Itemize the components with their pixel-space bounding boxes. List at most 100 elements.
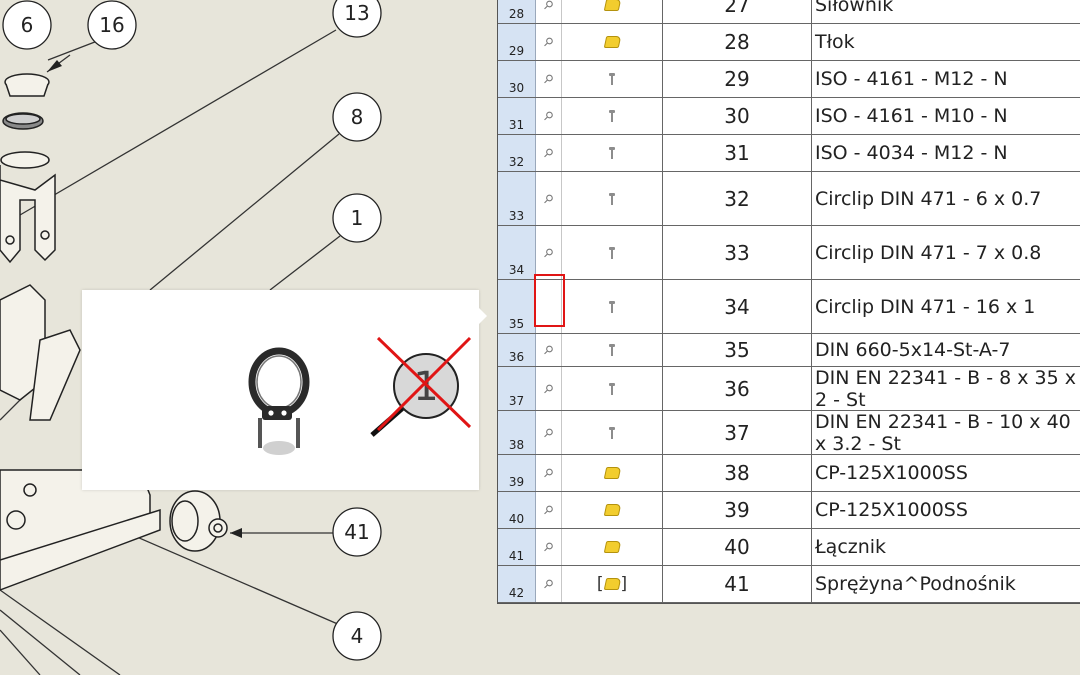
row-number[interactable]: 42 — [498, 566, 536, 602]
row-number[interactable]: 31 — [498, 98, 536, 134]
magnifier-eye-icon[interactable]: ⚲ — [540, 576, 556, 592]
row-number[interactable]: 36 — [498, 334, 536, 366]
row-number[interactable]: 30 — [498, 61, 536, 97]
magnifier-eye-icon[interactable]: ⚲ — [540, 539, 556, 555]
visibility-cell[interactable]: ⚲ — [536, 226, 562, 279]
table-row[interactable]: 41 ⚲ 40 Łącznik — [498, 529, 1080, 566]
item-number[interactable]: 37 — [663, 411, 812, 454]
visibility-cell[interactable]: ⚲ — [536, 334, 562, 366]
balloon-13[interactable]: 13 — [332, 0, 382, 38]
svg-text:6: 6 — [21, 13, 34, 37]
visibility-cell[interactable]: ⚲ — [536, 172, 562, 225]
part-number[interactable]: Siłownik — [812, 0, 1080, 23]
visibility-cell[interactable]: ⚲ — [536, 566, 562, 602]
item-number[interactable]: 29 — [663, 61, 812, 97]
magnifier-eye-icon[interactable]: ⚲ — [540, 108, 556, 124]
table-row[interactable]: 39 ⚲ 38 CP-125X1000SS — [498, 455, 1080, 492]
visibility-cell[interactable]: ⚲ — [536, 411, 562, 454]
row-number[interactable]: 32 — [498, 135, 536, 171]
svg-text:41: 41 — [344, 520, 369, 544]
table-row[interactable]: 38 ⚲ 37 DIN EN 22341 - B - 10 x 40 x 3.2 - … — [498, 411, 1080, 455]
balloon-41[interactable]: 41 — [332, 507, 382, 557]
item-number[interactable]: 31 — [663, 135, 812, 171]
visibility-cell[interactable]: ⚲ — [536, 529, 562, 565]
item-number[interactable]: 32 — [663, 172, 812, 225]
table-row[interactable]: 31 ⚲ 30 ISO - 4161 - M10 - N — [498, 98, 1080, 135]
part-number[interactable]: DIN 660-5x14-St-A-7 — [812, 334, 1080, 366]
part-number[interactable]: DIN EN 22341 - B - 10 x 40 x 3.2 - St — [812, 411, 1080, 455]
visibility-cell[interactable]: ⚲ — [536, 24, 562, 60]
tooltip-arrow — [477, 306, 487, 326]
table-row[interactable]: 33 ⚲ 32 Circlip DIN 471 - 6 x 0.7 — [498, 172, 1080, 226]
row-number[interactable]: 37 — [498, 367, 536, 410]
visibility-cell[interactable]: ⚲ — [536, 455, 562, 491]
magnifier-eye-icon[interactable]: ⚲ — [540, 0, 556, 13]
magnifier-eye-icon[interactable]: ⚲ — [540, 380, 556, 396]
row-number[interactable]: 34 — [498, 226, 536, 279]
row-number[interactable]: 28 — [498, 0, 536, 23]
balloon-6[interactable]: 6 — [2, 0, 52, 50]
magnifier-eye-icon[interactable]: ⚲ — [540, 145, 556, 161]
item-number[interactable]: 34 — [663, 280, 812, 333]
table-row[interactable]: 28 ⚲ 27 Siłownik — [498, 0, 1080, 24]
table-row[interactable]: 36 ⚲ 35 DIN 660-5x14-St-A-7 — [498, 334, 1080, 367]
item-number[interactable]: 30 — [663, 98, 812, 134]
table-row[interactable]: 30 ⚲ 29 ISO - 4161 - M12 - N — [498, 61, 1080, 98]
row-number[interactable]: 29 — [498, 24, 536, 60]
item-number[interactable]: 41 — [663, 566, 812, 602]
part-number[interactable]: Circlip DIN 471 - 6 x 0.7 — [812, 172, 1080, 225]
item-number[interactable]: 33 — [663, 226, 812, 279]
visibility-cell[interactable]: ⚲ — [536, 367, 562, 410]
part-number[interactable]: Sprężyna^Podnośnik — [812, 566, 1080, 602]
magnifier-eye-icon[interactable]: ⚲ — [540, 502, 556, 518]
item-number[interactable]: 40 — [663, 529, 812, 565]
balloon-4[interactable]: 4 — [332, 611, 382, 661]
magnifier-eye-icon[interactable]: ⚲ — [540, 424, 556, 440]
magnifier-eye-icon[interactable]: ⚲ — [540, 34, 556, 50]
selected-cell-highlight — [534, 274, 565, 327]
balloon-8[interactable]: 8 — [332, 92, 382, 142]
part-number[interactable]: DIN EN 22341 - B - 8 x 35 x 2 - St — [812, 367, 1080, 411]
visibility-cell[interactable]: ⚲ — [536, 98, 562, 134]
row-number[interactable]: 33 — [498, 172, 536, 225]
item-number[interactable]: 39 — [663, 492, 812, 528]
part-number[interactable]: CP-125X1000SS — [812, 492, 1080, 528]
item-number[interactable]: 28 — [663, 24, 812, 60]
row-number[interactable]: 35 — [498, 280, 536, 333]
visibility-cell[interactable]: ⚲ — [536, 61, 562, 97]
table-row[interactable]: 34 ⚲ 33 Circlip DIN 471 - 7 x 0.8 — [498, 226, 1080, 280]
item-number[interactable]: 36 — [663, 367, 812, 410]
component-type-cell — [562, 529, 663, 565]
table-row[interactable]: 40 ⚲ 39 CP-125X1000SS — [498, 492, 1080, 529]
row-number[interactable]: 38 — [498, 411, 536, 454]
table-row[interactable]: 35 34 Circlip DIN 471 - 16 x 1 — [498, 280, 1080, 334]
magnifier-eye-icon[interactable]: ⚲ — [540, 190, 556, 206]
magnifier-eye-icon[interactable]: ⚲ — [540, 342, 556, 358]
magnifier-eye-icon[interactable]: ⚲ — [540, 244, 556, 260]
table-row[interactable]: 37 ⚲ 36 DIN EN 22341 - B - 8 x 35 x 2 - St — [498, 367, 1080, 411]
visibility-cell[interactable]: ⚲ — [536, 135, 562, 171]
part-number[interactable]: ISO - 4034 - M12 - N — [812, 135, 1080, 171]
part-number[interactable]: Circlip DIN 471 - 16 x 1 — [812, 280, 1080, 333]
item-number[interactable]: 27 — [663, 0, 812, 23]
table-row[interactable]: 29 ⚲ 28 Tłok — [498, 24, 1080, 61]
table-row[interactable]: 42 ⚲ [] 41 Sprężyna^Podnośnik — [498, 566, 1080, 603]
part-number[interactable]: ISO - 4161 - M10 - N — [812, 98, 1080, 134]
item-number[interactable]: 35 — [663, 334, 812, 366]
part-number[interactable]: CP-125X1000SS — [812, 455, 1080, 491]
part-number[interactable]: Circlip DIN 471 - 7 x 0.8 — [812, 226, 1080, 279]
table-row[interactable]: 32 ⚲ 31 ISO - 4034 - M12 - N — [498, 135, 1080, 172]
balloon-1[interactable]: 1 — [332, 193, 382, 243]
magnifier-eye-icon[interactable]: ⚲ — [540, 465, 556, 481]
part-number[interactable]: Tłok — [812, 24, 1080, 60]
visibility-cell[interactable]: ⚲ — [536, 492, 562, 528]
row-number[interactable]: 40 — [498, 492, 536, 528]
row-number[interactable]: 39 — [498, 455, 536, 491]
row-number[interactable]: 41 — [498, 529, 536, 565]
item-number[interactable]: 38 — [663, 455, 812, 491]
visibility-cell[interactable]: ⚲ — [536, 0, 562, 23]
balloon-16[interactable]: 16 — [87, 0, 137, 50]
magnifier-eye-icon[interactable]: ⚲ — [540, 71, 556, 87]
part-number[interactable]: ISO - 4161 - M12 - N — [812, 61, 1080, 97]
part-number[interactable]: Łącznik — [812, 529, 1080, 565]
